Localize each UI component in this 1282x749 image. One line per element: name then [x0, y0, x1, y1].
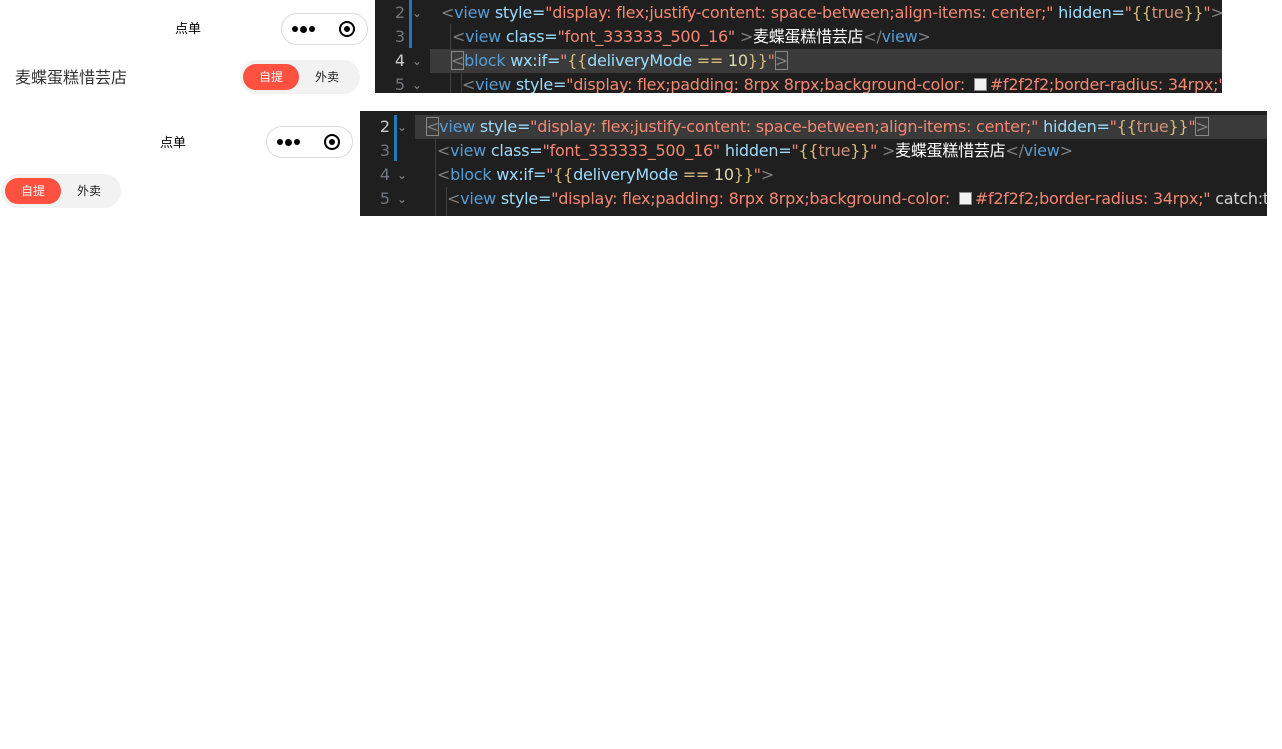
line-number: 4 [379, 165, 390, 184]
delivery-mode-toggle-top: 自提 外卖 [240, 60, 360, 94]
line-number: 3 [394, 27, 405, 46]
code-line[interactable]: 2 ⌄ <view style="display: flex;justify-c… [360, 115, 1267, 139]
capsule-menu-bottom[interactable] [266, 126, 353, 158]
pickup-option[interactable]: 自提 [243, 64, 299, 90]
code-line[interactable]: 3 <view class="font_333333_500_16" hidde… [360, 139, 1267, 163]
chevron-down-icon[interactable]: ⌄ [412, 73, 422, 93]
code-line[interactable]: 3 <view class="font_333333_500_16" >麦蝶蛋糕… [375, 25, 1222, 49]
line-number: 5 [379, 189, 390, 208]
color-swatch[interactable] [973, 78, 987, 91]
code-line[interactable]: 4 ⌄ <block wx:if="{{deliveryMode == 10}}… [360, 163, 1267, 187]
more-dots-icon[interactable] [267, 138, 311, 146]
shop-name: 麦蝶蛋糕惜芸店 [15, 68, 128, 87]
pickup-option[interactable]: 自提 [5, 178, 61, 204]
line-number: 5 [394, 75, 405, 93]
target-icon[interactable] [339, 21, 355, 37]
code-line[interactable]: 2 ⌄ <view style="display: flex;justify-c… [375, 1, 1222, 25]
delivery-mode-toggle-bottom: 自提 外卖 [1, 174, 121, 208]
code-text: <view style="display: flex;justify-conte… [426, 117, 1209, 136]
capsule-menu-top[interactable] [281, 13, 368, 45]
code-text: <block wx:if="{{deliveryMode == 10}}"> [451, 51, 788, 70]
chevron-down-icon[interactable]: ⌄ [412, 49, 422, 73]
line-number: 2 [394, 3, 405, 22]
code-text: <view style="display: flex;padding: 8rpx… [447, 189, 1267, 208]
delivery-option[interactable]: 外卖 [61, 178, 117, 204]
chevron-down-icon[interactable]: ⌄ [397, 115, 407, 139]
code-editor-top[interactable]: 2 ⌄ <view style="display: flex;justify-c… [375, 0, 1222, 93]
code-line[interactable]: 5 ⌄ <view style="display: flex;padding: … [360, 187, 1267, 211]
code-text: <block wx:if="{{deliveryMode == 10}}"> [437, 165, 774, 184]
code-text: <view class="font_333333_500_16" hidden=… [437, 141, 1073, 160]
line-number: 2 [379, 117, 390, 136]
line-number: 3 [379, 141, 390, 160]
code-line[interactable]: 5 ⌄ <view style="display: flex;padding: … [375, 73, 1222, 93]
code-line[interactable]: 4 ⌄ <block wx:if="{{deliveryMode == 10}}… [375, 49, 1222, 73]
chevron-down-icon[interactable]: ⌄ [397, 163, 407, 187]
target-icon[interactable] [324, 134, 340, 150]
chevron-down-icon[interactable]: ⌄ [412, 1, 422, 25]
delivery-option[interactable]: 外卖 [299, 64, 355, 90]
line-number: 4 [394, 51, 405, 70]
more-dots-icon[interactable] [282, 25, 326, 33]
code-text: <view class="font_333333_500_16" >麦蝶蛋糕惜芸… [452, 27, 931, 46]
chevron-down-icon[interactable]: ⌄ [397, 187, 407, 211]
nav-title-bottom: 点单 [160, 136, 187, 151]
code-editor-bottom[interactable]: 2 ⌄ <view style="display: flex;justify-c… [360, 111, 1267, 216]
nav-title-top: 点单 [175, 22, 202, 37]
color-swatch[interactable] [958, 192, 972, 205]
code-text: <view style="display: flex;padding: 8rpx… [462, 75, 1222, 93]
code-text: <view style="display: flex;justify-conte… [441, 3, 1222, 22]
